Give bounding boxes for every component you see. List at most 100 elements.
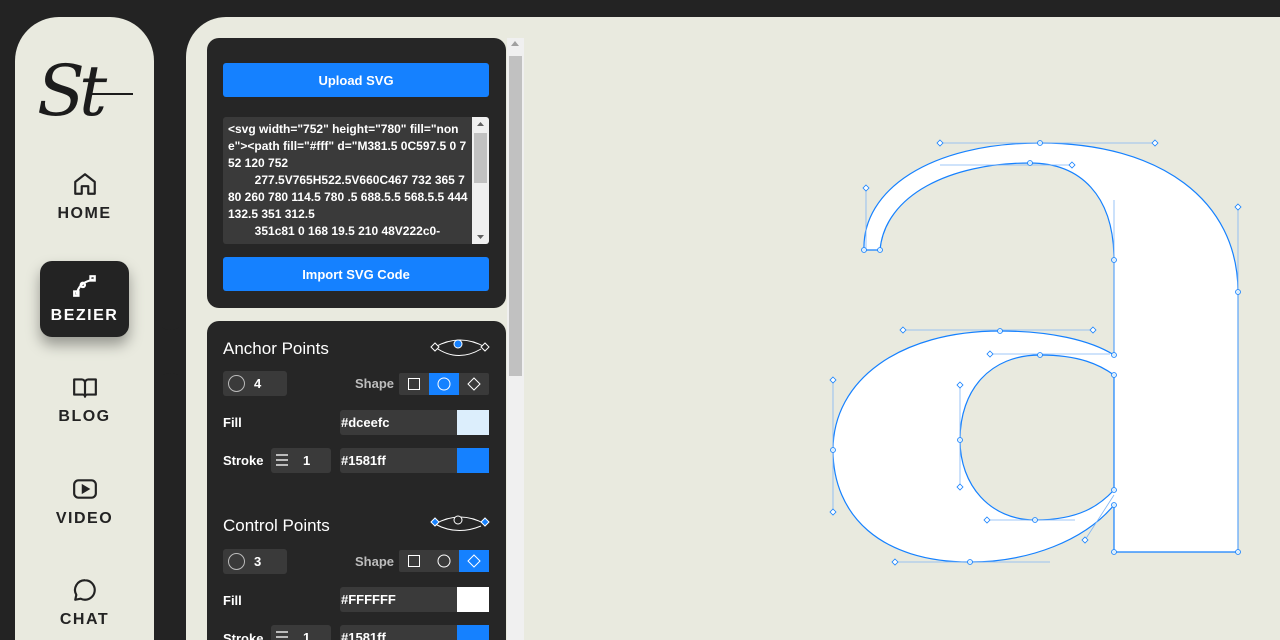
svg-input-panel: Upload SVG <svg width="752" height="780"… — [207, 38, 506, 308]
chat-icon — [73, 579, 96, 601]
control-stroke-width-input[interactable]: 1 — [271, 625, 331, 640]
anchor-point[interactable] — [830, 447, 836, 453]
control-shape-selector — [399, 550, 489, 572]
control-size-value[interactable]: 3 — [254, 554, 261, 569]
size-icon — [228, 553, 245, 570]
control-stroke-width-value[interactable]: 1 — [303, 630, 310, 640]
code-scroll-thumb[interactable] — [474, 133, 487, 183]
circle-icon — [437, 377, 451, 391]
control-point[interactable] — [829, 376, 837, 384]
glyph-outline[interactable] — [832, 142, 1239, 563]
anchor-point[interactable] — [1027, 160, 1033, 166]
anchor-point[interactable] — [1111, 372, 1117, 378]
anchor-shape-label: Shape — [355, 376, 395, 391]
anchor-shape-diamond[interactable] — [459, 373, 489, 395]
svg-code-textarea[interactable]: <svg width="752" height="780" fill="none… — [223, 117, 489, 244]
logo-crossbar — [88, 93, 133, 95]
anchor-shape-square[interactable] — [399, 373, 429, 395]
anchor-point[interactable] — [997, 328, 1003, 334]
anchor-stroke-input[interactable]: #1581ff — [340, 448, 457, 473]
control-fill-label: Fill — [223, 593, 242, 608]
diamond-icon — [467, 377, 481, 391]
anchor-point[interactable] — [1111, 352, 1117, 358]
square-icon — [408, 555, 420, 567]
stroke-width-icon — [276, 631, 288, 640]
nav-item-bezier[interactable]: BEZIER — [40, 261, 129, 337]
control-point[interactable] — [1089, 326, 1097, 334]
control-shape-circle[interactable] — [429, 550, 459, 572]
anchor-stroke-swatch[interactable] — [457, 448, 489, 473]
anchor-stroke-label: Stroke — [223, 453, 264, 468]
anchor-fill-input[interactable]: #dceefc — [340, 410, 457, 435]
anchor-point[interactable] — [1111, 502, 1117, 508]
control-point[interactable] — [1081, 536, 1089, 544]
anchor-point[interactable] — [957, 437, 963, 443]
video-icon — [72, 479, 97, 499]
anchor-point[interactable] — [967, 559, 973, 565]
anchor-points-title: Anchor Points — [223, 339, 329, 358]
logo[interactable]: St — [37, 55, 137, 127]
anchor-shape-circle[interactable] — [429, 373, 459, 395]
anchor-fill-swatch[interactable] — [457, 410, 489, 435]
stroke-width-icon — [276, 454, 288, 466]
nav-item-video[interactable]: VIDEO — [40, 464, 129, 540]
upload-svg-button[interactable]: Upload SVG — [223, 63, 489, 97]
control-curve-icon — [430, 515, 490, 531]
anchor-size-stepper[interactable]: 4 — [223, 371, 287, 396]
nav-divider-bottom — [155, 373, 186, 640]
anchor-point[interactable] — [1032, 517, 1038, 523]
control-point[interactable] — [891, 558, 899, 566]
anchor-point[interactable] — [1235, 549, 1241, 555]
anchor-point[interactable] — [1037, 140, 1043, 146]
bezier-canvas[interactable] — [524, 17, 1280, 640]
nav-label-home: HOME — [57, 205, 112, 222]
nav-label-video: VIDEO — [55, 510, 114, 527]
control-point[interactable] — [1234, 203, 1242, 211]
nav-divider-top — [155, 17, 186, 330]
anchor-point[interactable] — [1111, 487, 1117, 493]
control-fill-input[interactable]: #FFFFFF — [340, 587, 457, 612]
control-points-title: Control Points — [223, 516, 330, 535]
square-icon — [408, 378, 420, 390]
control-point[interactable] — [1151, 139, 1159, 147]
anchor-point[interactable] — [1235, 289, 1241, 295]
control-point[interactable] — [899, 326, 907, 334]
control-size-stepper[interactable]: 3 — [223, 549, 287, 574]
anchor-curve-icon — [430, 339, 490, 356]
side-nav: St HOME BEZIER BLOG VIDEO CHAT — [15, 17, 154, 640]
svg-code-text[interactable]: <svg width="752" height="780" fill="none… — [228, 121, 468, 240]
anchor-point[interactable] — [1111, 549, 1117, 555]
anchor-point[interactable] — [861, 247, 867, 253]
control-shape-diamond[interactable] — [459, 550, 489, 572]
anchor-point[interactable] — [877, 247, 883, 253]
anchor-point[interactable] — [1037, 352, 1043, 358]
scroll-up-arrow[interactable] — [511, 41, 519, 46]
nav-item-home[interactable]: HOME — [40, 159, 129, 235]
point-style-panel: Anchor Points 4 Shape Fill #dceefc Strok… — [207, 321, 506, 640]
panel-scroll-thumb[interactable] — [509, 56, 522, 376]
anchor-shape-selector — [399, 373, 489, 395]
control-stroke-label: Stroke — [223, 631, 264, 640]
nav-label-chat: CHAT — [59, 611, 110, 628]
control-shape-square[interactable] — [399, 550, 429, 572]
control-stroke-input[interactable]: #1581ff — [340, 625, 457, 640]
circle-icon — [437, 554, 451, 568]
anchor-point[interactable] — [1111, 257, 1117, 263]
control-stroke-swatch[interactable] — [457, 625, 489, 640]
nav-item-chat[interactable]: CHAT — [40, 565, 129, 640]
anchor-stroke-width-value[interactable]: 1 — [303, 453, 310, 468]
nav-item-blog[interactable]: BLOG — [40, 362, 129, 438]
anchor-stroke-width-input[interactable]: 1 — [271, 448, 331, 473]
control-point[interactable] — [829, 508, 837, 516]
glyph-a — [829, 139, 1242, 566]
control-point[interactable] — [862, 184, 870, 192]
import-svg-code-button[interactable]: Import SVG Code — [223, 257, 489, 291]
bezier-icon — [72, 275, 96, 297]
size-icon — [228, 375, 245, 392]
control-point[interactable] — [936, 139, 944, 147]
anchor-size-value[interactable]: 4 — [254, 376, 261, 391]
book-icon — [72, 378, 97, 398]
nav-label-blog: BLOG — [58, 408, 111, 425]
control-shape-label: Shape — [355, 554, 395, 569]
control-fill-swatch[interactable] — [457, 587, 489, 612]
